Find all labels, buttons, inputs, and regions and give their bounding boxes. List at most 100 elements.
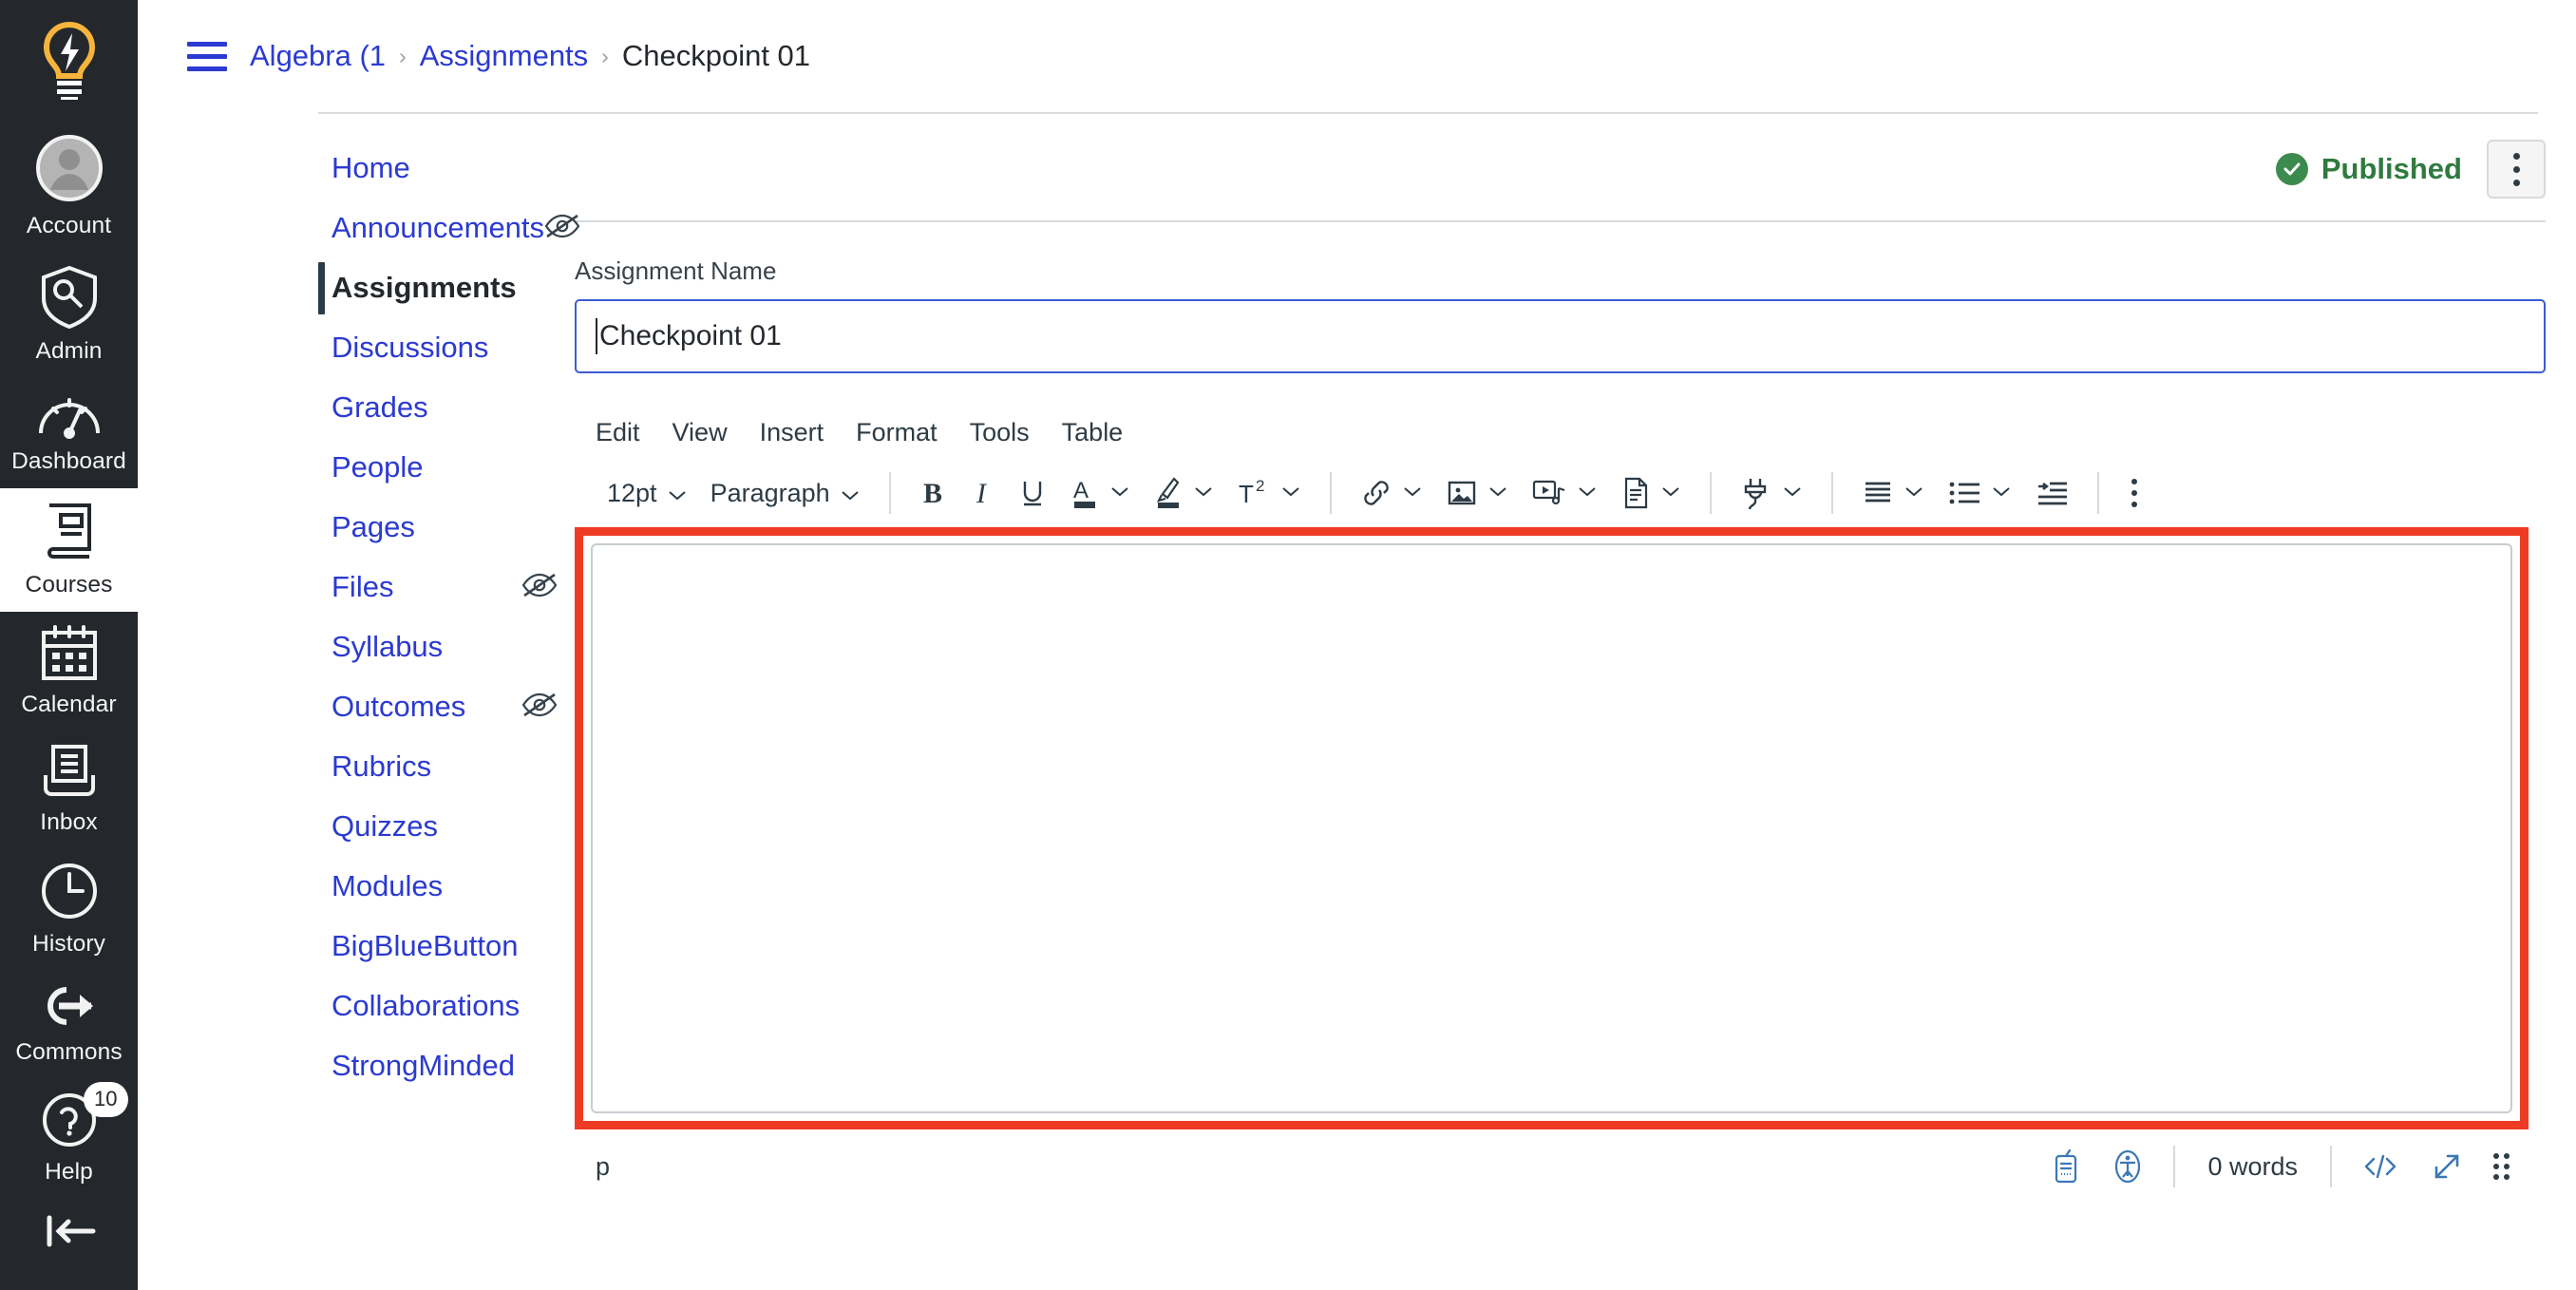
course-nav-label: Modules [331,869,444,902]
global-nav-item-help[interactable]: 10 Help [0,1079,138,1199]
menu-edit[interactable]: Edit [596,418,640,447]
sidebar-item-collaborations[interactable]: Collaborations [318,977,575,1036]
sidebar-item-modules[interactable]: Modules [318,857,575,917]
align-icon[interactable] [1850,471,1936,515]
eye-slash-icon [544,213,580,244]
course-nav-label: StrongMinded [331,1049,516,1082]
breadcrumb-item-course[interactable]: Algebra (1 [250,39,386,73]
user-avatar-icon [34,133,104,208]
course-nav-label: BigBlueButton [331,929,519,962]
global-navigation: Account Admin Dashboard Courses Calendar… [0,0,138,1290]
assignment-name-input[interactable]: Checkpoint 01 [575,299,2546,373]
chevron-down-icon [840,479,861,508]
sidebar-item-pages[interactable]: Pages [318,498,575,558]
sidebar-item-home[interactable]: Home [318,139,575,199]
help-badge-count: 10 [84,1082,128,1117]
link-icon[interactable] [1349,469,1434,517]
breadcrumb-item-assignments[interactable]: Assignments [420,39,588,73]
global-nav-item-calendar[interactable]: Calendar [0,612,138,731]
global-nav-item-history[interactable]: History [0,849,138,971]
global-nav-item-commons[interactable]: Commons [0,971,138,1079]
chevron-down-icon [1660,484,1681,503]
text-caret [596,318,597,354]
fullscreen-expand-icon[interactable] [2417,1145,2476,1188]
html-editor-icon[interactable] [2349,1147,2412,1186]
course-nav-label: People [331,450,424,484]
list-icon[interactable] [1936,471,2023,515]
eye-slash-icon [521,692,558,723]
hamburger-menu-icon[interactable] [185,38,229,75]
bold-icon[interactable]: B [908,468,959,518]
editor-status-bar: p 0 words [575,1129,2529,1204]
sidebar-item-grades[interactable]: Grades [318,378,575,438]
image-icon[interactable] [1434,469,1520,517]
apps-plug-icon[interactable] [1729,467,1814,519]
underline-icon[interactable] [1007,468,1058,518]
global-nav-label: History [32,931,105,957]
svg-text:A: A [1073,478,1089,503]
text-color-icon[interactable]: A [1058,467,1142,519]
accessibility-checker-icon[interactable] [2099,1143,2156,1190]
global-nav-item-dashboard[interactable]: Dashboard [0,378,138,488]
main-content-area: Algebra (1 › Assignments › Checkpoint 01… [138,0,2576,1290]
toolbar-divider [1709,472,1712,514]
menu-insert[interactable]: Insert [760,418,824,447]
sidebar-item-bigbluebutton[interactable]: BigBlueButton [318,917,575,977]
superscript-subscript-icon[interactable]: T 2 [1225,468,1313,518]
global-nav-item-courses[interactable]: Courses [0,488,138,612]
word-count: 0 words [2207,1151,2298,1181]
sidebar-item-discussions[interactable]: Discussions [318,318,575,378]
document-icon[interactable] [1609,468,1693,518]
sidebar-item-syllabus[interactable]: Syllabus [318,617,575,677]
block-format-select[interactable]: Paragraph [699,471,872,516]
indent-icon[interactable] [2023,471,2080,515]
collapse-left-icon[interactable] [0,1212,138,1250]
menu-view[interactable]: View [672,418,728,447]
font-size-value: 12pt [607,478,657,507]
sidebar-item-quizzes[interactable]: Quizzes [318,797,575,857]
gauge-icon [36,389,103,444]
sidebar-item-announcements[interactable]: Announcements [318,199,580,258]
more-options-kebab-icon[interactable] [2487,140,2546,199]
sidebar-item-strongminded[interactable]: StrongMinded [318,1036,575,1096]
global-nav-item-account[interactable]: Account [0,122,138,253]
media-icon[interactable] [1520,469,1609,517]
editor-content-area[interactable] [591,543,2512,1113]
chevron-down-icon [1280,484,1301,503]
sidebar-item-assignments[interactable]: Assignments [318,258,575,318]
course-nav-label: Syllabus [331,630,444,663]
menu-format[interactable]: Format [856,418,938,447]
book-icon [40,500,99,567]
editor-highlight-annotation [575,527,2529,1129]
inbox-tray-icon [38,743,101,805]
clock-icon [39,861,100,926]
status-divider [2173,1146,2176,1187]
sidebar-item-people[interactable]: People [318,438,575,498]
sidebar-item-files[interactable]: Files [318,558,575,617]
italic-icon[interactable]: I [959,468,1007,518]
publish-status-label: Published [2320,152,2462,185]
global-nav-label: Help [45,1159,93,1185]
keyboard-shortcuts-icon[interactable] [2038,1143,2093,1190]
resize-grip-icon[interactable] [2482,1148,2521,1186]
toolbar-more-kebab-icon[interactable] [2116,471,2152,515]
font-size-select[interactable]: 12pt [596,471,699,516]
chevron-down-icon [1577,484,1598,503]
chevron-down-icon [1782,484,1803,503]
menu-tools[interactable]: Tools [970,418,1030,447]
sidebar-item-outcomes[interactable]: Outcomes [318,677,575,737]
menu-table[interactable]: Table [1062,418,1124,447]
highlight-color-icon[interactable] [1142,467,1225,519]
chevron-down-icon [1904,484,1924,503]
svg-text:2: 2 [1256,477,1264,495]
global-nav-item-inbox[interactable]: Inbox [0,731,138,849]
sidebar-item-rubrics[interactable]: Rubrics [318,737,575,797]
rich-content-editor: Edit View Insert Format Tools Table 12pt [575,406,2546,1204]
lightbulb-logo-icon[interactable] [0,0,138,122]
toolbar-divider [1830,472,1833,514]
publish-status-row: Published [575,114,2563,205]
global-nav-item-admin[interactable]: Admin [0,253,138,378]
svg-text:B: B [923,478,942,509]
svg-text:I: I [975,478,988,509]
chevron-down-icon [1991,484,2012,503]
